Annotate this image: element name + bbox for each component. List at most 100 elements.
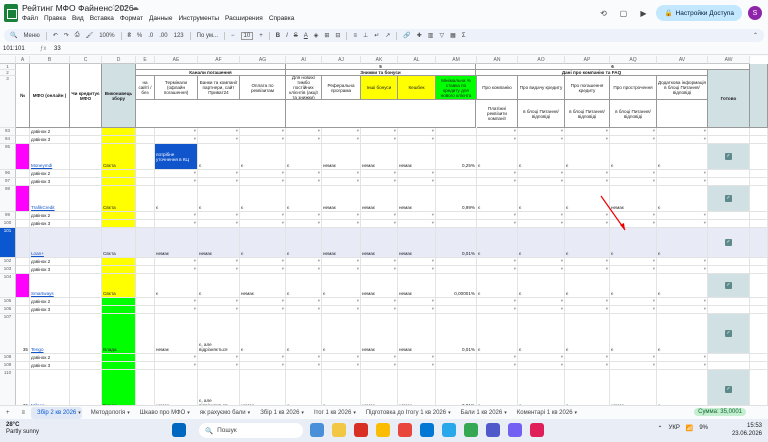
cell-al[interactable]: ▾ (398, 136, 436, 144)
cell-aq[interactable]: немає (610, 370, 657, 405)
align-icon[interactable]: ≡ (353, 33, 357, 39)
ready-checkbox[interactable]: ✓ (725, 330, 732, 337)
cell-aq[interactable]: ▾ (610, 136, 657, 144)
cell-aj[interactable]: ▾ (322, 306, 361, 314)
column-header[interactable]: AK (361, 56, 398, 64)
cell-av[interactable]: ▾ (657, 354, 708, 362)
cell-am[interactable] (436, 362, 477, 370)
cell-ak[interactable]: немає (361, 186, 398, 212)
cell-ap[interactable]: є (565, 144, 610, 170)
cell-number[interactable]: 35 (16, 314, 30, 354)
call-label[interactable]: дзвінок 2 (30, 298, 70, 306)
column-header[interactable]: AF (198, 56, 240, 64)
cell-al[interactable]: ▾ (398, 170, 436, 178)
cell-credit[interactable] (70, 266, 102, 274)
cell-ak[interactable]: ▾ (361, 266, 398, 274)
row-header[interactable]: 104 (0, 274, 16, 298)
cell-executor[interactable] (102, 212, 136, 220)
column-header[interactable]: AL (398, 56, 436, 64)
cell-af[interactable]: ▾ (198, 354, 240, 362)
cell-aq[interactable]: ▾ (610, 258, 657, 266)
cell-ao[interactable]: ▾ (518, 298, 565, 306)
cell-af[interactable]: ▾ (198, 266, 240, 274)
cell-credit[interactable] (70, 136, 102, 144)
cell-executor[interactable] (102, 266, 136, 274)
column-header[interactable]: AW (708, 56, 750, 64)
app-icon-2[interactable] (398, 423, 412, 437)
cell-aq[interactable]: ▾ (610, 298, 657, 306)
cell-an[interactable]: ▾ (477, 306, 518, 314)
cell-ag[interactable]: ▾ (240, 170, 286, 178)
cell-aq[interactable]: ▾ (610, 266, 657, 274)
ready-checkbox[interactable]: ✓ (725, 239, 732, 246)
cell-ag[interactable]: ▾ (240, 354, 286, 362)
cell-av[interactable]: ▾ (657, 170, 708, 178)
cell-ap[interactable]: ▾ (565, 128, 610, 136)
cell-av[interactable]: ▾ (657, 258, 708, 266)
column-header[interactable]: AG (240, 56, 286, 64)
cell-ak[interactable]: немає (361, 314, 398, 354)
sheet-tab[interactable]: як рахуємо бали (194, 410, 252, 416)
cell-al[interactable]: немає (398, 186, 436, 212)
cell-al[interactable]: немає (398, 274, 436, 298)
ready-checkbox[interactable]: ✓ (725, 195, 732, 202)
call-label[interactable]: дзвінок 3 (30, 178, 70, 186)
cell-ao[interactable]: ▾ (518, 306, 565, 314)
font-select[interactable]: По ум... (197, 33, 218, 39)
row-header[interactable]: 102 (0, 258, 16, 266)
sheet-tab[interactable]: Збір 2 кв 2026 (31, 406, 83, 419)
column-header[interactable]: AE (155, 56, 198, 64)
cell-ag[interactable]: немає (240, 274, 286, 298)
text-color-button[interactable]: A (304, 33, 308, 39)
strike-button[interactable]: S (294, 33, 298, 39)
cell-ae[interactable]: ▾ (155, 136, 198, 144)
merge-icon[interactable]: ⊟ (335, 32, 340, 39)
cell-ai[interactable]: ▾ (286, 266, 322, 274)
column-header[interactable]: A (16, 56, 30, 64)
cell-am[interactable] (436, 178, 477, 186)
column-header[interactable]: E (136, 56, 155, 64)
row-header[interactable]: 100 (0, 220, 16, 228)
cell-ae[interactable]: є (155, 186, 198, 212)
cell-ai[interactable]: є (286, 314, 322, 354)
cell-ap[interactable]: є (565, 274, 610, 298)
cell-an[interactable]: ▾ (477, 298, 518, 306)
cell-ao[interactable]: є (518, 144, 565, 170)
cell-number[interactable] (16, 212, 30, 220)
cell-ai[interactable]: ▾ (286, 128, 322, 136)
cell-al[interactable]: ▾ (398, 128, 436, 136)
font-size-minus[interactable]: − (231, 33, 235, 39)
cell-aj[interactable]: ▾ (322, 266, 361, 274)
cell-aj[interactable]: є (322, 314, 361, 354)
cell-an[interactable]: є (477, 274, 518, 298)
cell-site[interactable] (136, 306, 155, 314)
cell-credit[interactable] (70, 128, 102, 136)
cell-aq[interactable]: є (610, 144, 657, 170)
cell-ready[interactable] (708, 128, 750, 136)
ready-checkbox[interactable]: ✓ (725, 282, 732, 289)
cell-an[interactable]: є (477, 186, 518, 212)
cell-ak[interactable]: ▾ (361, 362, 398, 370)
cell-ap[interactable]: ▾ (565, 136, 610, 144)
cell-ae[interactable]: ▾ (155, 258, 198, 266)
cell-ak[interactable]: ▾ (361, 170, 398, 178)
row-header[interactable]: 99 (0, 212, 16, 220)
cell-ag[interactable]: ▾ (240, 136, 286, 144)
cell-ready[interactable] (708, 220, 750, 228)
cell-al[interactable]: ▾ (398, 178, 436, 186)
cell-am[interactable]: 0,99% (436, 186, 477, 212)
cell-ak[interactable]: немає (361, 370, 398, 405)
sheet-tab-menu-icon[interactable]: ▾ (187, 410, 190, 416)
cell-ready[interactable]: ✓ (708, 274, 750, 298)
cell-ai[interactable]: ▾ (286, 170, 322, 178)
cell-credit[interactable] (70, 144, 102, 170)
cell-ak[interactable]: немає (361, 144, 398, 170)
cell-av[interactable]: ▾ (657, 212, 708, 220)
menu-item[interactable]: Инструменты (178, 15, 219, 22)
sheet-tab-menu-icon[interactable]: ▾ (575, 410, 578, 416)
cell-site[interactable] (136, 228, 155, 258)
cell-ao[interactable]: ▾ (518, 362, 565, 370)
cell-credit[interactable] (70, 314, 102, 354)
italic-button[interactable]: I (286, 33, 288, 39)
cell-aj[interactable]: ▾ (322, 136, 361, 144)
